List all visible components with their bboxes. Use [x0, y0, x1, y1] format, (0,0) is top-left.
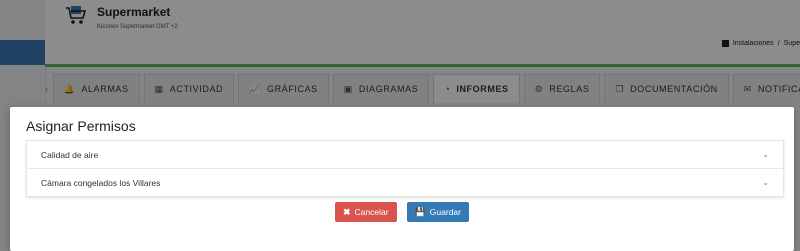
assign-permissions-modal: Asignar Permisos Calidad de aire ⌄ Cámar… — [10, 107, 794, 251]
accordion-item-freezer-room[interactable]: Cámara congelados los Villares ⌄ — [27, 169, 783, 196]
cancel-button[interactable]: ✖ Cancelar — [335, 202, 397, 222]
permissions-accordion: Calidad de aire ⌄ Cámara congelados los … — [26, 140, 784, 197]
cancel-button-label: Cancelar — [354, 207, 389, 217]
close-icon: ✖ — [343, 206, 351, 217]
save-button-label: Guardar — [429, 207, 461, 217]
screen: n Supermarket Kiconex Supermarket GMT +2… — [0, 0, 800, 251]
floppy-disk-icon: 💾 — [414, 206, 426, 217]
accordion-item-label: Cámara congelados los Villares — [41, 177, 161, 188]
chevron-down-icon[interactable]: ⌄ — [762, 178, 769, 187]
modal-actions: ✖ Cancelar 💾 Guardar — [10, 202, 794, 222]
accordion-item-label: Calidad de aire — [41, 149, 99, 160]
modal-title: Asignar Permisos — [26, 118, 136, 134]
save-button[interactable]: 💾 Guardar — [406, 202, 469, 222]
accordion-item-air-quality[interactable]: Calidad de aire ⌄ — [27, 141, 783, 169]
chevron-down-icon[interactable]: ⌄ — [762, 150, 769, 159]
